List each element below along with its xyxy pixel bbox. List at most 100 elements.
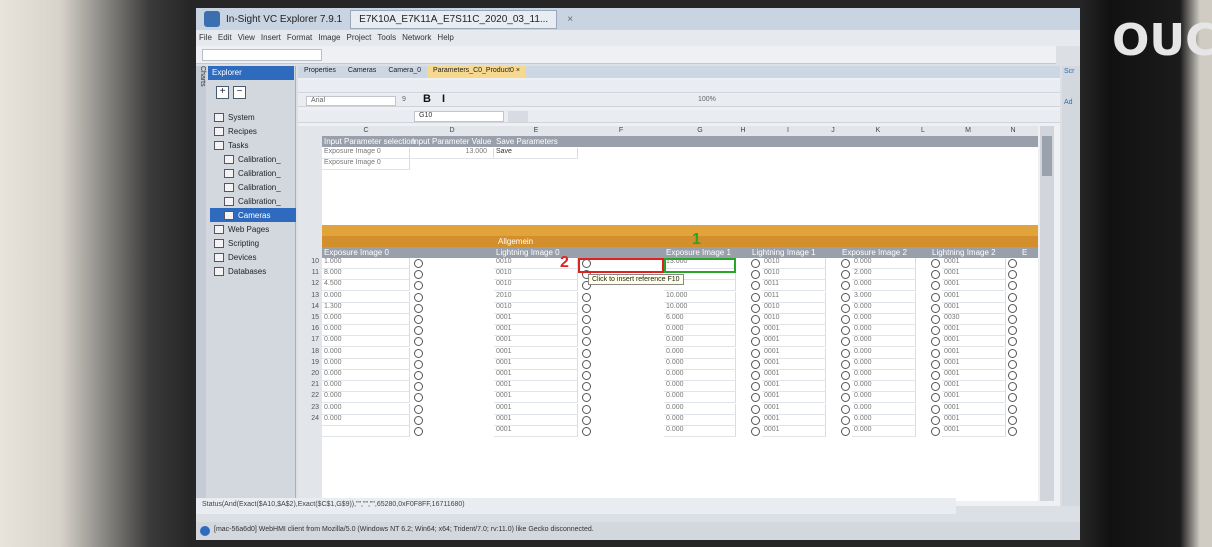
menu-insert[interactable]: Insert: [258, 30, 284, 46]
grid-cell-c[interactable]: 0.000: [322, 370, 410, 381]
radio-button[interactable]: [582, 371, 591, 380]
radio-button[interactable]: [751, 281, 760, 291]
radio-button[interactable]: [1008, 348, 1017, 358]
radio-button[interactable]: [931, 371, 940, 380]
grid-cell-e[interactable]: 0001: [494, 314, 578, 325]
radio-button[interactable]: [414, 259, 423, 268]
grid-cell-g[interactable]: 0.000: [664, 403, 736, 415]
grid-cell-c[interactable]: 0.000: [322, 414, 410, 426]
grid-cell-g[interactable]: 10.000: [664, 302, 736, 314]
radio-button[interactable]: [841, 326, 850, 336]
tree-item-web-pages[interactable]: Web Pages: [210, 222, 296, 236]
radio-button[interactable]: [931, 393, 940, 403]
grid-cell-m[interactable]: 0001: [942, 258, 1006, 269]
spreadsheet-grid[interactable]: C D E F G H I J K L M N Input Parameter …: [298, 126, 1038, 501]
radio-button[interactable]: [751, 303, 760, 313]
parameter-value-spinner[interactable]: 13.000: [410, 148, 494, 159]
grid-cell-i[interactable]: 0001: [762, 358, 826, 370]
grid-cell-c[interactable]: 0.000: [322, 358, 410, 370]
radio-button[interactable]: [841, 404, 850, 414]
radio-button[interactable]: [931, 348, 940, 358]
menu-network[interactable]: Network: [399, 30, 434, 46]
radio-button[interactable]: [582, 303, 591, 313]
grid-cell-e[interactable]: 0001: [494, 325, 578, 337]
grid-cell-c[interactable]: 0.000: [322, 325, 410, 337]
grid-cell-e[interactable]: 0001: [494, 392, 578, 404]
collapse-all-button[interactable]: −: [233, 86, 246, 99]
tree-item-cameras[interactable]: Cameras: [210, 208, 296, 222]
tree-item-system[interactable]: System: [210, 110, 296, 124]
scrollbar-thumb[interactable]: [1042, 136, 1052, 176]
grid-cell-k[interactable]: 0.000: [852, 381, 916, 393]
grid-cell-m[interactable]: 0001: [942, 426, 1006, 437]
format-buttons[interactable]: B I: [423, 93, 449, 105]
radio-button[interactable]: [841, 393, 850, 403]
grid-cell-c[interactable]: 0.000: [322, 392, 410, 404]
col-header-l[interactable]: L: [916, 127, 930, 134]
radio-button[interactable]: [414, 270, 423, 280]
grid-cell-c[interactable]: 8.000: [322, 269, 410, 281]
radio-button[interactable]: [751, 404, 760, 414]
vertical-scrollbar[interactable]: [1040, 126, 1054, 501]
col-header-k[interactable]: K: [840, 127, 916, 134]
grid-cell-c[interactable]: 0.000: [322, 291, 410, 303]
radio-button[interactable]: [582, 415, 591, 425]
radio-button[interactable]: [841, 371, 850, 380]
radio-button[interactable]: [931, 315, 940, 324]
quick-search-input[interactable]: [202, 49, 322, 61]
radio-button[interactable]: [751, 270, 760, 280]
grid-cell-c[interactable]: 0.000: [322, 336, 410, 348]
grid-cell-e[interactable]: 0001: [494, 336, 578, 348]
row-number[interactable]: 23: [298, 404, 322, 415]
grid-cell-c[interactable]: [322, 426, 410, 437]
grid-cell-c[interactable]: 1.300: [322, 302, 410, 314]
radio-button[interactable]: [1008, 359, 1017, 369]
row-number[interactable]: 14: [298, 303, 322, 314]
row-number[interactable]: 18: [298, 348, 322, 359]
radio-button[interactable]: [582, 348, 591, 358]
grid-cell-m[interactable]: 0001: [942, 280, 1006, 292]
tree-item-databases[interactable]: Databases: [210, 264, 296, 278]
radio-button[interactable]: [751, 259, 760, 268]
radio-button[interactable]: [841, 315, 850, 324]
tree-item-scripting[interactable]: Scripting: [210, 236, 296, 250]
tree-item-recipes[interactable]: Recipes: [210, 124, 296, 138]
radio-button[interactable]: [582, 315, 591, 324]
col-header-e[interactable]: E: [494, 127, 578, 134]
grid-cell-c[interactable]: 0.000: [322, 381, 410, 393]
col-header-n[interactable]: N: [1006, 127, 1020, 134]
expand-all-button[interactable]: +: [216, 86, 229, 99]
radio-button[interactable]: [414, 348, 423, 358]
grid-cell-m[interactable]: 0001: [942, 269, 1006, 281]
grid-cell-k[interactable]: 0.000: [852, 347, 916, 359]
radio-button[interactable]: [1008, 315, 1017, 324]
grid-cell-e[interactable]: 0001: [494, 426, 578, 437]
radio-button[interactable]: [1008, 337, 1017, 347]
radio-button[interactable]: [751, 371, 760, 380]
tab-parameters[interactable]: Parameters_C0_Product0 ×: [427, 66, 526, 78]
radio-button[interactable]: [931, 303, 940, 313]
radio-button[interactable]: [751, 359, 760, 369]
radio-button[interactable]: [931, 281, 940, 291]
grid-cell-e[interactable]: 0010: [494, 302, 578, 314]
radio-button[interactable]: [751, 326, 760, 336]
col-header-i[interactable]: I: [750, 127, 826, 134]
grid-cell-i[interactable]: 0011: [762, 291, 826, 303]
row-number[interactable]: 12: [298, 280, 322, 291]
grid-cell-g[interactable]: 0.000: [664, 325, 736, 337]
grid-cell-i[interactable]: 0001: [762, 403, 826, 415]
radio-button[interactable]: [751, 415, 760, 425]
parameter-select-cell[interactable]: Exposure Image 0: [322, 148, 410, 159]
grid-cell-c[interactable]: 1.000: [322, 258, 410, 269]
menu-view[interactable]: View: [235, 30, 258, 46]
tree-item-calibration-3[interactable]: Calibration_: [210, 180, 296, 194]
tab-camera-0[interactable]: Camera_0: [382, 66, 427, 78]
radio-button[interactable]: [931, 427, 940, 436]
grid-cell-g[interactable]: 0.000: [664, 347, 736, 359]
grid-cell-m[interactable]: 0030: [942, 314, 1006, 325]
radio-button[interactable]: [931, 326, 940, 336]
menu-format[interactable]: Format: [284, 30, 315, 46]
grid-cell-m[interactable]: 0001: [942, 325, 1006, 337]
radio-button[interactable]: [414, 427, 423, 436]
radio-button[interactable]: [1008, 415, 1017, 425]
